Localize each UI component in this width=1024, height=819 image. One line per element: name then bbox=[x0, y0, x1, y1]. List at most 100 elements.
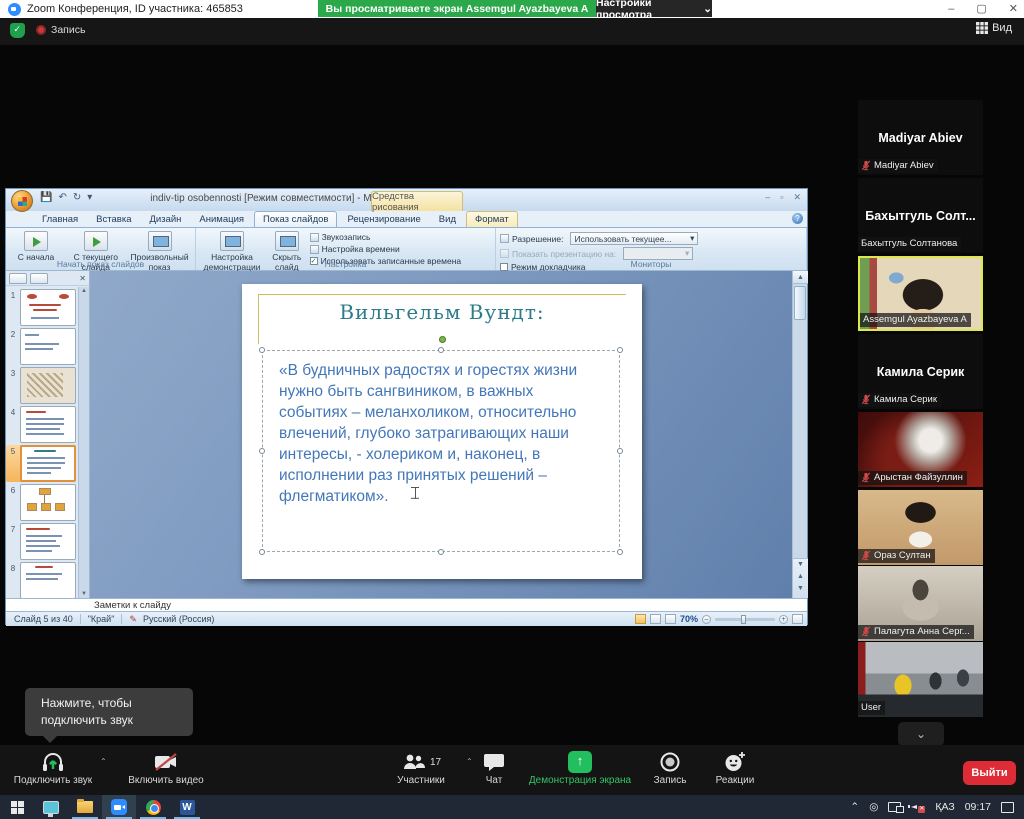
participant-tile-user[interactable]: User bbox=[858, 642, 983, 717]
resize-handle-w[interactable] bbox=[259, 448, 265, 454]
help-icon[interactable]: ? bbox=[792, 213, 803, 224]
zoom-slider-thumb[interactable] bbox=[741, 615, 746, 624]
view-button[interactable]: Вид bbox=[976, 22, 1012, 34]
leave-meeting-button[interactable]: Выйти bbox=[963, 761, 1016, 785]
participant-tile-arystan[interactable]: Арыстан Файзуллин bbox=[858, 412, 983, 487]
zoom-taskbar-icon[interactable] bbox=[102, 795, 136, 819]
scrollbar-thumb[interactable] bbox=[794, 286, 806, 320]
join-audio-button[interactable]: Подключить звук bbox=[10, 749, 96, 786]
slide-thumbnail-7[interactable]: 7 bbox=[6, 523, 76, 560]
word-icon[interactable]: W bbox=[170, 795, 204, 819]
notes-placeholder[interactable]: Заметки к слайду bbox=[6, 598, 807, 611]
slide-thumbnail-5-selected[interactable]: 5 bbox=[6, 445, 76, 482]
share-screen-button[interactable]: Демонстрация экрана bbox=[520, 749, 640, 786]
participant-tile-oraz[interactable]: Ораз Султан bbox=[858, 490, 983, 565]
slideshow-view-button[interactable] bbox=[665, 614, 676, 624]
slides-tab[interactable] bbox=[9, 273, 27, 284]
participants-button[interactable]: 17 Участники bbox=[386, 749, 456, 786]
slide-thumbnail-1[interactable]: 1 bbox=[6, 289, 76, 326]
tab-pokaz-slaydov[interactable]: Показ слайдов bbox=[254, 211, 337, 227]
slide-thumbnail-4[interactable]: 4 bbox=[6, 406, 76, 443]
resize-handle-ne[interactable] bbox=[617, 347, 623, 353]
tab-format[interactable]: Формат bbox=[466, 211, 518, 227]
slide-sorter-view-button[interactable] bbox=[650, 614, 661, 624]
tab-dizayn[interactable]: Дизайн bbox=[141, 212, 189, 227]
start-button[interactable] bbox=[0, 795, 34, 819]
resize-handle-sw[interactable] bbox=[259, 549, 265, 555]
normal-view-button[interactable] bbox=[635, 614, 646, 624]
from-beginning-button[interactable]: С начала bbox=[10, 230, 62, 263]
file-explorer-icon[interactable] bbox=[68, 795, 102, 819]
resize-handle-se[interactable] bbox=[617, 549, 623, 555]
resize-handle-nw[interactable] bbox=[259, 347, 265, 353]
audio-options-caret[interactable]: ⌃ bbox=[100, 757, 107, 766]
slide-thumbnail-6[interactable]: 6 bbox=[6, 484, 76, 521]
slide-title[interactable]: Вильгельм Вундт: bbox=[242, 300, 642, 324]
reactions-button[interactable]: Реакции bbox=[708, 749, 762, 786]
minimize-button[interactable]: – bbox=[948, 0, 954, 18]
slide-body-text[interactable]: «В будничных радостях и горестях жизни н… bbox=[279, 360, 577, 507]
outline-tab[interactable] bbox=[30, 273, 48, 284]
thumbnails-scrollbar[interactable] bbox=[78, 287, 89, 598]
view-settings-button[interactable]: Настройки просмотра⌄ bbox=[596, 0, 712, 17]
participant-tile-assemgul-active-speaker[interactable]: Assemgul Ayazbayeva A bbox=[858, 256, 983, 331]
recording-indicator[interactable]: Запись bbox=[36, 24, 85, 36]
zoom-out-button[interactable]: – bbox=[702, 615, 711, 624]
close-pane-icon[interactable]: ✕ bbox=[79, 274, 86, 283]
rotation-handle[interactable] bbox=[439, 336, 446, 343]
clock[interactable]: 09:17 bbox=[965, 801, 991, 813]
participant-tile-kamila[interactable]: Камила Серик Камила Серик bbox=[858, 334, 983, 409]
slide-nav-buttons[interactable]: ▼▲▼ bbox=[793, 558, 808, 598]
chrome-icon[interactable] bbox=[136, 795, 170, 819]
rehearse-timings-button[interactable]: Настройка времени bbox=[310, 244, 462, 254]
encryption-shield-icon[interactable] bbox=[10, 23, 25, 38]
network-icon[interactable] bbox=[888, 802, 901, 812]
chat-button[interactable]: Чат bbox=[472, 749, 516, 786]
ppt-minimize-button[interactable]: – bbox=[765, 192, 770, 203]
slide-canvas[interactable]: Вильгельм Вундт: «В будничных радостях и… bbox=[242, 284, 642, 579]
tab-glavnaya[interactable]: Главная bbox=[34, 212, 86, 227]
maximize-button[interactable]: ▢ bbox=[976, 0, 986, 18]
ppt-close-button[interactable]: ✕ bbox=[793, 192, 801, 203]
fit-to-window-button[interactable] bbox=[792, 614, 803, 624]
resolution-dropdown[interactable]: Использовать текущее...▾ bbox=[570, 232, 698, 245]
qat-customize-button[interactable]: ▾ bbox=[87, 192, 92, 203]
redo-button[interactable]: ↻ bbox=[73, 192, 81, 203]
resize-handle-s[interactable] bbox=[438, 549, 444, 555]
slide-thumbnail-8[interactable]: 8 bbox=[6, 562, 76, 598]
spellcheck-icon[interactable]: ✎ bbox=[129, 614, 137, 625]
office-button[interactable] bbox=[11, 190, 33, 212]
scroll-up-icon[interactable]: ▲ bbox=[793, 271, 808, 284]
participant-tile-madiyar[interactable]: Madiyar Abiev Madiyar Abiev bbox=[858, 100, 983, 175]
tab-animaciya[interactable]: Анимация bbox=[191, 212, 252, 227]
language-status[interactable]: Русский (Россия) bbox=[143, 614, 214, 624]
resize-handle-e[interactable] bbox=[617, 448, 623, 454]
zoom-in-button[interactable]: + bbox=[779, 615, 788, 624]
task-view-icon[interactable] bbox=[34, 795, 68, 819]
more-participants-chevron-button[interactable]: ⌄ bbox=[898, 722, 944, 746]
slide-thumbnail-2[interactable]: 2 bbox=[6, 328, 76, 365]
theme-name[interactable]: "Край" bbox=[88, 614, 115, 624]
undo-button[interactable]: ↶ bbox=[58, 192, 66, 203]
hidden-icons-chevron[interactable]: ⌃ bbox=[850, 801, 859, 813]
record-button[interactable]: Запись bbox=[645, 749, 695, 786]
selected-text-box[interactable]: «В будничных радостях и горестях жизни н… bbox=[262, 350, 620, 552]
close-button[interactable]: ✕ bbox=[1009, 0, 1018, 18]
start-video-button[interactable]: Включить видео bbox=[118, 749, 214, 786]
slide-thumbnail-3[interactable]: 3 bbox=[6, 367, 76, 404]
zoom-slider[interactable] bbox=[715, 618, 775, 621]
language-indicator[interactable]: ҚАЗ bbox=[935, 801, 954, 813]
tray-app-icon[interactable]: ◎ bbox=[869, 801, 878, 813]
participant-tile-palaguta[interactable]: Палагута Анна Серг... bbox=[858, 566, 983, 641]
record-narration-button[interactable]: Звукозапись bbox=[310, 232, 462, 242]
slide-vertical-scrollbar[interactable]: ▲ ▼▲▼ bbox=[792, 271, 807, 598]
participant-tile-bakhytgul[interactable]: Бахытгуль Солт... Бахытгуль Солтанова bbox=[858, 178, 983, 253]
tab-vid[interactable]: Вид bbox=[431, 212, 464, 227]
tab-recenzirovanie[interactable]: Рецензирование bbox=[339, 212, 428, 227]
action-center-icon[interactable] bbox=[1001, 802, 1014, 813]
save-button[interactable]: 💾 bbox=[40, 192, 52, 203]
ppt-maximize-button[interactable]: ▫ bbox=[780, 192, 783, 203]
resize-handle-n[interactable] bbox=[438, 347, 444, 353]
volume-muted-icon[interactable]: ✕ bbox=[911, 802, 925, 813]
tab-vstavka[interactable]: Вставка bbox=[88, 212, 139, 227]
